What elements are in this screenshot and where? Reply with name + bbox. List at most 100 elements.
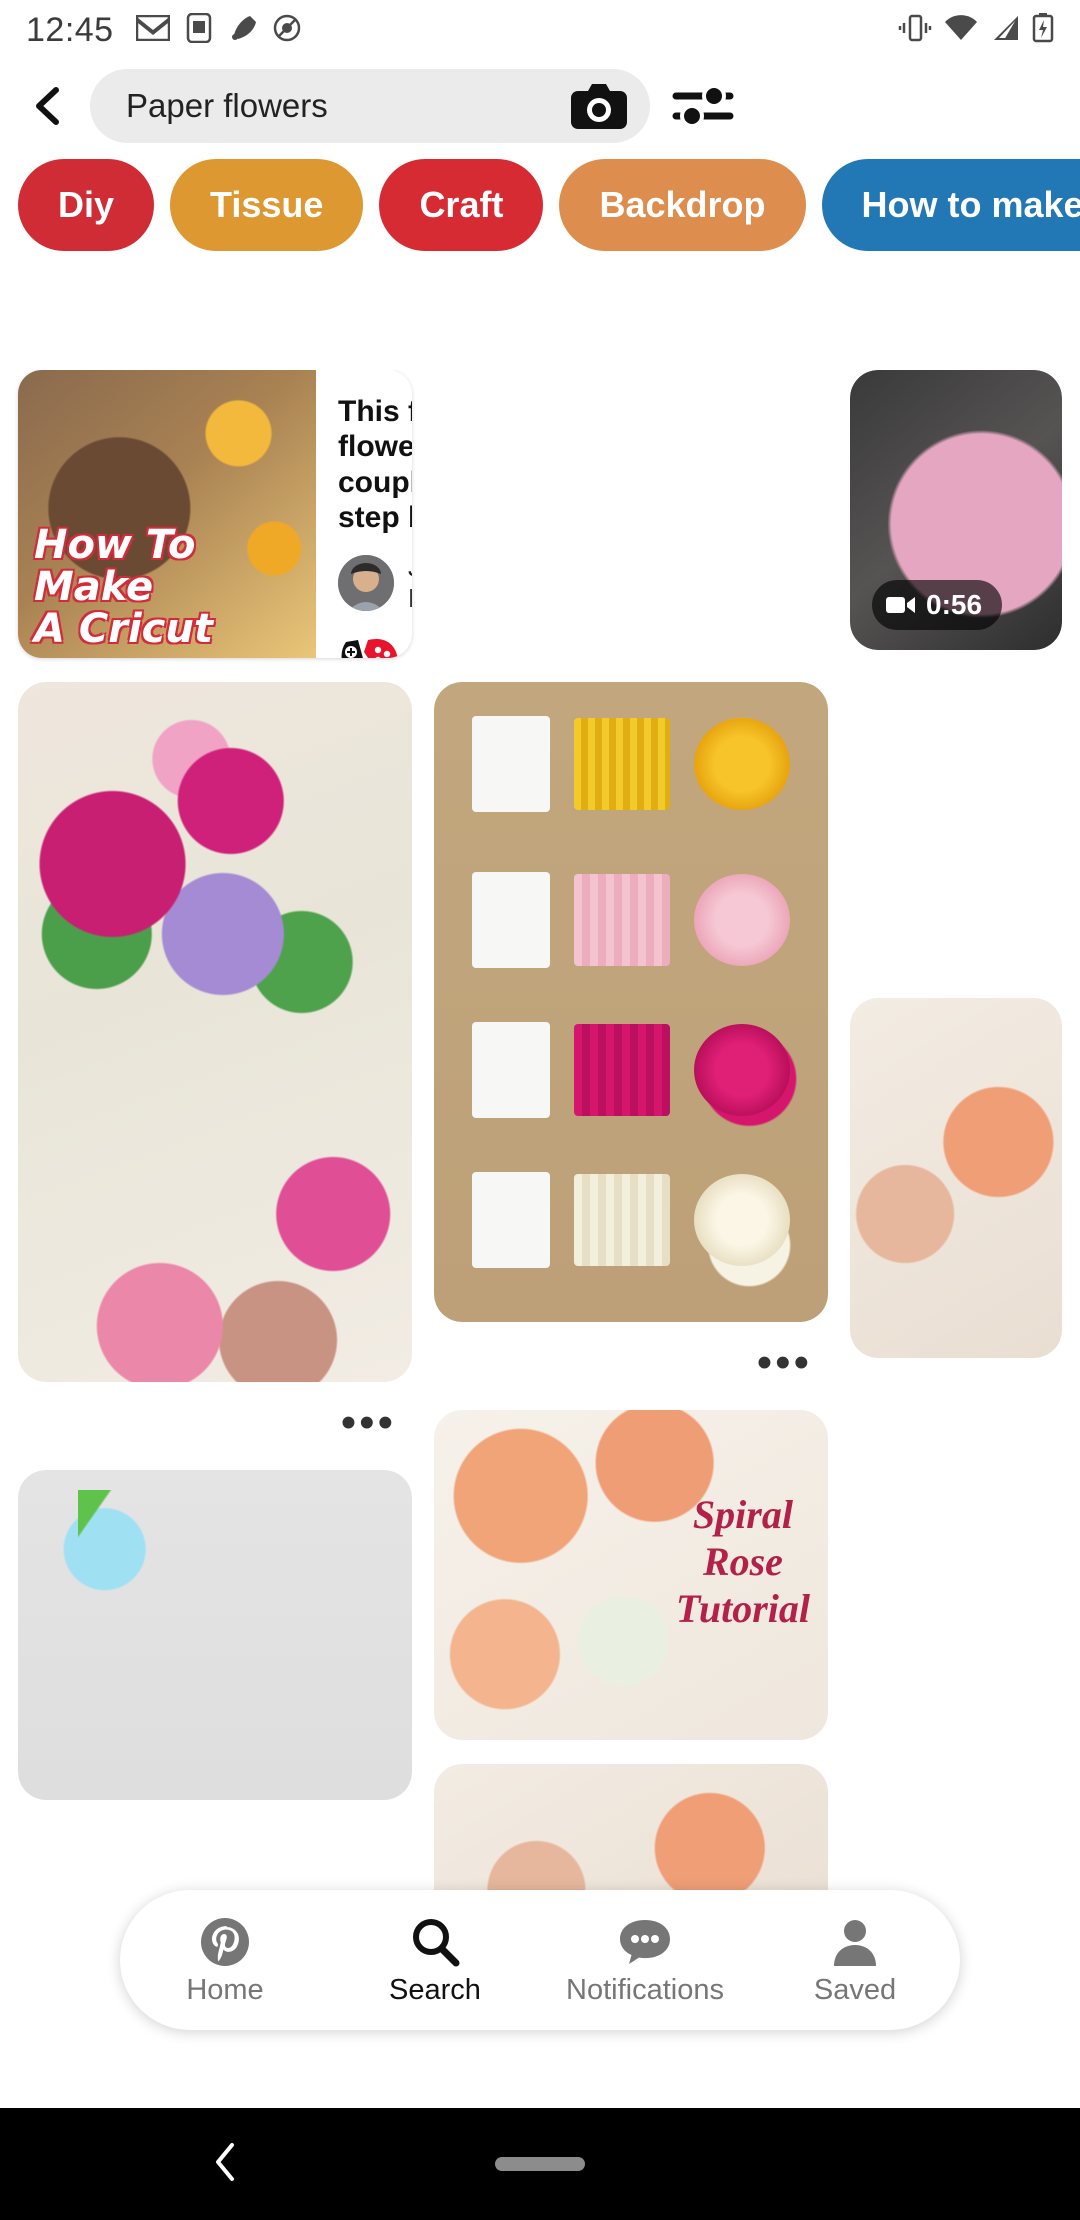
- sliders-icon: [672, 84, 734, 128]
- promoted-pin-brand-logo: MOD PREE: [338, 628, 412, 658]
- filter-chip-label: Diy: [58, 184, 115, 225]
- nav-item-label: Search: [389, 1973, 481, 2006]
- pin-overlay-line-2: A Cricut: [34, 606, 213, 652]
- pin-card-pink-rose-video[interactable]: 0:56: [850, 370, 1062, 650]
- video-duration-badge: 0:56: [872, 580, 1003, 630]
- search-icon: [413, 1918, 460, 1966]
- pin-column-left: How To Make A Cricut This free paper flo…: [18, 370, 412, 1800]
- filter-chip-label: Backdrop: [599, 184, 766, 225]
- nav-item-label: Home: [186, 1973, 264, 2006]
- video-duration-text: 0:56: [926, 589, 983, 620]
- video-camera-icon: [886, 597, 915, 613]
- person-icon: [834, 1919, 876, 1966]
- filter-chip-label: Tissue: [210, 184, 324, 225]
- supply-item: [574, 1174, 670, 1266]
- grid-spacer: [434, 370, 828, 658]
- grid-spacer: [850, 674, 1062, 974]
- pin-column-right: 0:56: [850, 370, 1062, 1358]
- camera-icon: [571, 84, 627, 129]
- supply-item: [574, 1024, 670, 1116]
- promoted-pin-author: Jamela by Pink Paper Crafts &: [408, 552, 412, 614]
- pin-card-paper-bow[interactable]: [18, 1470, 412, 1800]
- filter-chip-craft[interactable]: Craft: [379, 159, 544, 251]
- nav-item-saved[interactable]: Saved: [750, 1914, 960, 2007]
- pin-more-options[interactable]: •••: [434, 1341, 828, 1386]
- speech-bubble-icon: [620, 1919, 670, 1964]
- home-pill[interactable]: [495, 2157, 585, 2171]
- filter-chip-label: Craft: [419, 184, 504, 225]
- supply-item: [694, 718, 790, 810]
- pin-card-flower-supplies[interactable]: [434, 682, 828, 1322]
- pin-overlay-line-1: How To Make: [34, 522, 196, 610]
- signal-icon: [990, 14, 1020, 47]
- screenshot-icon: [184, 12, 214, 48]
- circle-slash-icon: [272, 13, 302, 48]
- avatar[interactable]: [338, 554, 394, 611]
- supply-item: [574, 718, 670, 810]
- nav-item-label: Saved: [813, 1973, 897, 2006]
- supply-item: [472, 1022, 550, 1118]
- pin-overlay-title: Spiral Rose Tutorial: [676, 1491, 810, 1633]
- filter-settings-button[interactable]: [666, 69, 740, 143]
- chevron-left-icon: [36, 87, 59, 125]
- pin-card-right-extra[interactable]: [850, 998, 1062, 1358]
- pin-more-options[interactable]: •••: [18, 1401, 412, 1446]
- filter-chip-backdrop[interactable]: Backdrop: [559, 159, 806, 251]
- gamepad-icon: [341, 638, 398, 658]
- bottom-navigation-bar[interactable]: Home Search Notifications Saved: [120, 1890, 960, 2030]
- pin-card-paper-roses[interactable]: [18, 682, 412, 1382]
- pin-grid[interactable]: How To Make A Cricut This free paper flo…: [0, 370, 1080, 2070]
- filter-chip-label: How to make: [861, 184, 1080, 225]
- pin-image: [18, 682, 412, 1382]
- supply-item: [472, 716, 550, 812]
- pin-image: [18, 1470, 412, 1800]
- supply-item: [694, 1024, 790, 1116]
- mail-icon: [135, 14, 170, 46]
- back-button[interactable]: [18, 75, 80, 137]
- system-back-button[interactable]: [210, 2141, 242, 2188]
- supply-item: [694, 1174, 790, 1266]
- supply-item: [472, 872, 550, 968]
- promoted-pin-card[interactable]: How To Make A Cricut This free paper flo…: [18, 370, 412, 658]
- promoted-pin-body: This free paper flower template, coupled…: [316, 370, 412, 658]
- filter-chips-row[interactable]: Diy Tissue Craft Backdrop How to make: [0, 152, 1080, 262]
- author-line-1: Jamela by Pink: [408, 552, 412, 583]
- pin-overlay-line-1: Spiral: [692, 1492, 793, 1538]
- promoted-pin-title: This free paper flower template, coupled…: [338, 395, 412, 535]
- battery-charging-icon: [1032, 12, 1054, 48]
- search-input-value[interactable]: Paper flowers: [126, 87, 568, 125]
- pin-image: [850, 998, 1062, 1358]
- ellipsis-icon[interactable]: •••: [757, 1338, 812, 1387]
- nav-item-search[interactable]: Search: [330, 1914, 540, 2007]
- status-clock: 12:45: [26, 10, 114, 49]
- supply-item: [574, 874, 670, 966]
- search-input[interactable]: Paper flowers: [90, 69, 650, 143]
- promoted-pin-thumbnail[interactable]: How To Make A Cricut: [18, 370, 316, 658]
- nav-item-home[interactable]: Home: [120, 1914, 330, 2007]
- wifi-icon: [944, 14, 978, 47]
- supply-item: [472, 1172, 550, 1268]
- pin-column-middle: ••• Spiral Rose Tutorial: [434, 370, 828, 1974]
- pin-overlay-title: How To Make A Cricut: [34, 524, 316, 650]
- promoted-pin-attribution[interactable]: Jamela by Pink Paper Crafts &: [338, 552, 412, 614]
- filter-chip-diy[interactable]: Diy: [18, 159, 155, 251]
- pinterest-icon: [201, 1917, 249, 1966]
- pin-overlay-line-3: Tutorial: [675, 1586, 810, 1632]
- camera-search-button[interactable]: [568, 79, 630, 133]
- filter-chip-tissue[interactable]: Tissue: [170, 159, 364, 251]
- pin-image: [434, 682, 828, 1322]
- filter-chip-how-to-make[interactable]: How to make: [821, 159, 1080, 251]
- ellipsis-icon[interactable]: •••: [341, 1398, 396, 1447]
- rocket-icon: [228, 13, 258, 48]
- nav-item-notifications[interactable]: Notifications: [540, 1914, 750, 2007]
- status-right-icons: [898, 12, 1054, 48]
- system-navigation-bar[interactable]: [0, 2108, 1080, 2220]
- status-left-icons: [135, 12, 302, 48]
- supply-item: [694, 874, 790, 966]
- status-bar: 12:45: [0, 0, 1080, 60]
- author-line-2: Paper Crafts &: [408, 583, 412, 614]
- search-header: Paper flowers: [0, 60, 1080, 152]
- vibrate-icon: [898, 14, 932, 47]
- pin-card-spiral-rose[interactable]: Spiral Rose Tutorial: [434, 1410, 828, 1740]
- system-back-icon: [216, 2142, 234, 2181]
